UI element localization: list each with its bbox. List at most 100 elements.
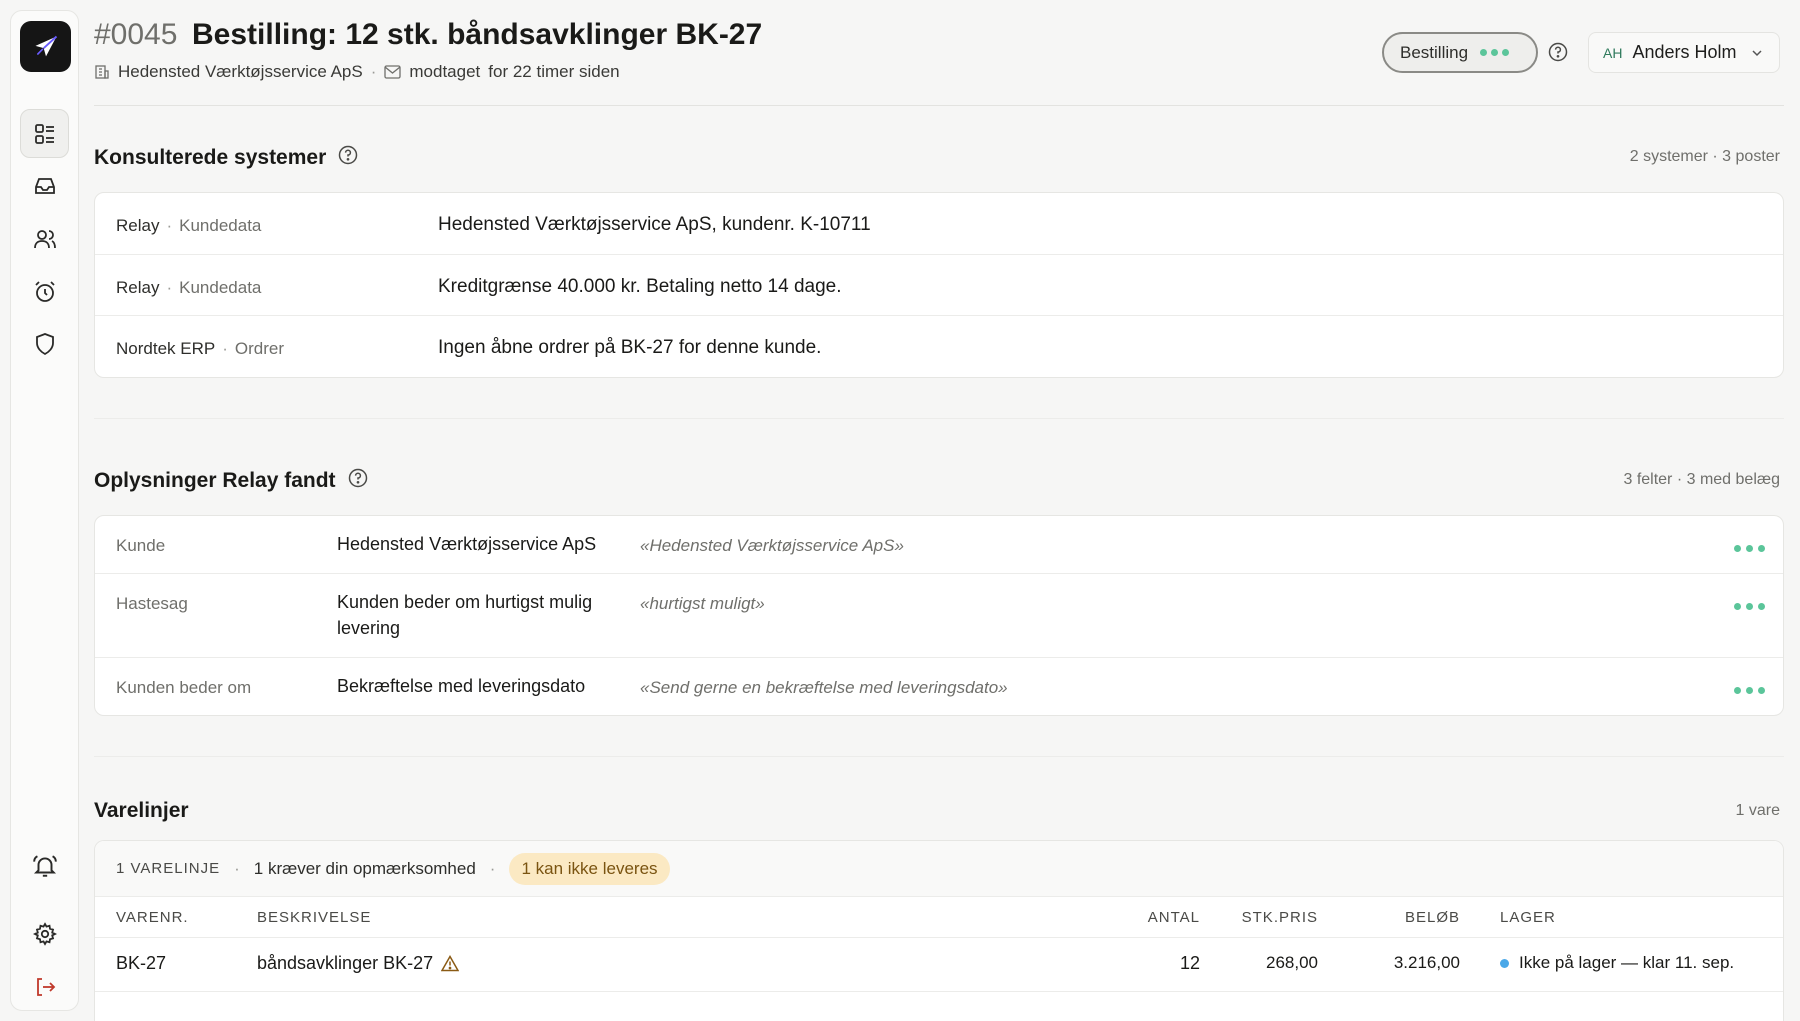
company-name: Hedensted Værktøjsservice ApS — [118, 62, 363, 81]
col-price: STK.PRIS — [1241, 909, 1318, 926]
lines-summary-bar: 1 VARELINJE · 1 kræver din opmærksomhed … — [95, 841, 1783, 897]
findings-section-title: Oplysninger Relay fandt — [94, 468, 368, 494]
list-item: Relay · Kundedata Hedensted Værktøjsservic… — [95, 193, 1783, 255]
header-divider — [94, 105, 1784, 106]
cell-amount: 3.216,00 — [1393, 953, 1460, 972]
field-quote: «Send gerne en bekræftelse med leverings… — [640, 678, 1008, 697]
field-label: Hastesag — [116, 594, 188, 613]
cell-desc: båndsavklinger BK-27 — [257, 953, 460, 974]
section-divider — [94, 418, 1784, 419]
system-value: Ingen åbne ordrer på BK-27 for denne kun… — [438, 337, 822, 358]
systems-card: Relay · Kundedata Hedensted Værktøjsservic… — [94, 192, 1784, 378]
list-item: Kunde Hedensted Værktøjsservice ApS «Hed… — [95, 516, 1783, 574]
system-value: Kreditgrænse 40.000 kr. Betaling netto 1… — [438, 276, 842, 297]
mode-pill[interactable]: Bestilling — [1382, 32, 1538, 73]
cell-item: BK-27 — [116, 953, 167, 973]
paper-plane-icon — [35, 35, 57, 56]
list-item: Kunden beder om Bekræftelse med levering… — [95, 658, 1783, 715]
field-value: Bekræftelse med leveringsdato — [337, 676, 586, 696]
system-value: Hedensted Værktøjsservice ApS, kundenr. … — [438, 214, 871, 235]
nav-dashboard[interactable] — [20, 109, 69, 158]
user-menu[interactable]: AH Anders Holm — [1588, 32, 1780, 73]
cell-stock: Ikke på lager — klar 11. sep. — [1500, 953, 1734, 973]
mail-icon — [384, 65, 402, 79]
help-icon[interactable] — [338, 145, 358, 171]
mode-label: Bestilling — [1400, 42, 1469, 62]
more-dots-icon[interactable] — [1734, 603, 1765, 610]
list-item: Hastesag Kunden beder om hurtigst mulig … — [95, 574, 1783, 658]
header-meta: Hedensted Værktøjsservice ApS · modtaget… — [94, 62, 620, 82]
field-quote: «Hedensted Værktøjsservice ApS» — [640, 536, 904, 555]
cell-price: 268,00 — [1266, 953, 1318, 972]
field-quote: «hurtigst muligt» — [640, 594, 765, 613]
col-amount: BELØB — [1404, 909, 1460, 926]
field-label: Kunde — [116, 536, 166, 555]
line-count: 1 VARELINJE — [116, 860, 221, 877]
more-dots-icon[interactable] — [1734, 545, 1765, 552]
user-initials: AH — [1603, 44, 1623, 61]
page-title: Bestilling: 12 stk. båndsavklinger BK-27 — [192, 18, 763, 51]
nav-settings[interactable] — [20, 909, 69, 958]
col-item: VARENR. — [116, 909, 189, 926]
alarm-clock-icon — [34, 280, 55, 302]
received-time: for 22 timer siden — [488, 62, 620, 81]
building-icon — [94, 64, 110, 80]
users-icon — [33, 229, 56, 248]
system-category: Kundedata — [179, 216, 262, 235]
system-category: Ordrer — [234, 339, 284, 358]
nav-inbox[interactable] — [20, 161, 69, 210]
app-logo[interactable] — [20, 21, 71, 72]
stock-text: Ikke på lager — klar 11. sep. — [1519, 953, 1735, 972]
help-icon[interactable] — [1548, 42, 1568, 67]
section-divider — [94, 756, 1784, 757]
system-name: Nordtek ERP — [116, 339, 216, 358]
field-value: Kunden beder om hurtigst mulig — [337, 592, 593, 612]
nav-notifications[interactable] — [20, 841, 69, 890]
list-item: Nordtek ERP · Ordrer Ingen åbne ordrer på … — [116, 337, 822, 358]
system-category: Kundedata — [179, 278, 262, 297]
field-label: Kunden beder om — [116, 678, 252, 697]
warning-icon — [441, 955, 460, 972]
systems-meta: 2 systemer · 3 poster — [1629, 148, 1780, 165]
table-header-divider — [95, 937, 1783, 938]
nav-security[interactable] — [20, 319, 69, 368]
list-layout-icon — [34, 123, 54, 144]
bell-ringing-icon — [32, 854, 57, 877]
received-label: modtaget — [409, 62, 481, 81]
findings-card: Kunde Hedensted Værktøjsservice ApS «Hed… — [94, 515, 1784, 716]
field-value-continued: levering — [337, 618, 401, 638]
order-id: #0045 — [94, 18, 178, 51]
nav-customers[interactable] — [20, 214, 69, 263]
lines-card: 1 VARELINJE · 1 kræver din opmærksomhed … — [94, 840, 1784, 1021]
shield-icon — [35, 332, 54, 355]
loading-dots-icon — [1480, 49, 1510, 56]
lines-section-title: Varelinjer — [94, 799, 189, 822]
user-name: Anders Holm — [1632, 42, 1737, 62]
gear-icon — [32, 921, 57, 946]
status-badge[interactable]: 1 kan ikke leveres — [509, 852, 670, 885]
col-stock: LAGER — [1500, 909, 1556, 926]
system-name: Relay — [116, 216, 160, 235]
more-dots-icon[interactable] — [1734, 687, 1765, 694]
cell-qty: 12 — [1179, 953, 1200, 973]
inbox-icon — [34, 177, 55, 194]
field-value: Hedensted Værktøjsservice ApS — [337, 534, 597, 554]
help-icon[interactable] — [348, 468, 368, 494]
item-description: båndsavklinger BK-27 — [257, 953, 434, 973]
systems-section-title: Konsulterede systemer — [94, 145, 358, 171]
row-divider — [95, 991, 1783, 992]
sidebar — [10, 10, 79, 1011]
attention-count[interactable]: 1 kræver din opmærksomhed — [254, 859, 476, 879]
nav-reminders[interactable] — [20, 267, 69, 316]
lines-meta: 1 vare — [1735, 802, 1780, 819]
col-desc: BESKRIVELSE — [257, 909, 372, 926]
col-qty: ANTAL — [1147, 909, 1200, 926]
nav-logout[interactable] — [20, 962, 69, 1011]
chevron-down-icon — [1751, 47, 1763, 59]
stock-status-dot — [1500, 959, 1509, 969]
findings-meta: 3 felter · 3 med belæg — [1623, 471, 1780, 488]
logout-icon — [36, 977, 55, 996]
main-content: #0045 Bestilling: 12 stk. båndsavklinger… — [94, 0, 1786, 1021]
system-name: Relay — [116, 278, 160, 297]
list-item: Relay · Kundedata Kreditgrænse 40.000 kr. … — [95, 255, 1783, 316]
